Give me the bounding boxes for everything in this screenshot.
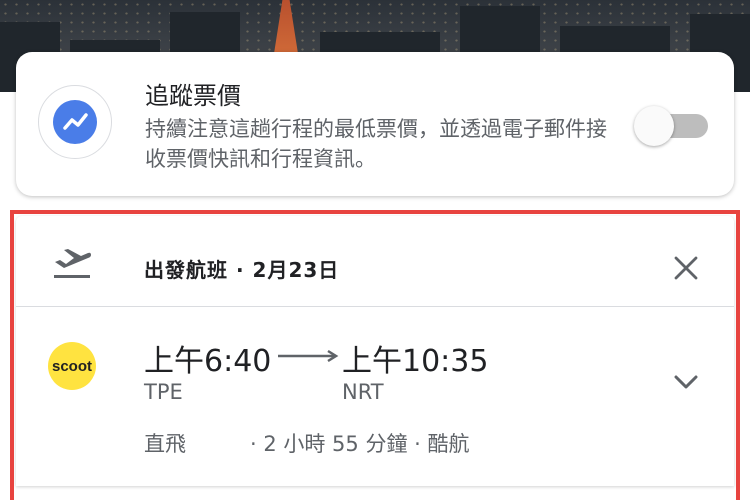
price-tracking-title: 追蹤票價: [145, 82, 241, 110]
price-tracking-description: 持續注意這趟行程的最低票價，並透過電子郵件接收票價快訊和行程資訊。: [145, 117, 607, 171]
toggle-knob: [634, 106, 674, 146]
price-tracking-card: 追蹤票價 持續注意這趟行程的最低票價，並透過電子郵件接收票價快訊和行程資訊。: [16, 52, 734, 196]
price-tracking-icon-ring: [38, 85, 112, 159]
price-tracking-toggle[interactable]: [634, 106, 708, 146]
selection-highlight: [10, 210, 740, 500]
trending-line-icon: [53, 100, 97, 144]
